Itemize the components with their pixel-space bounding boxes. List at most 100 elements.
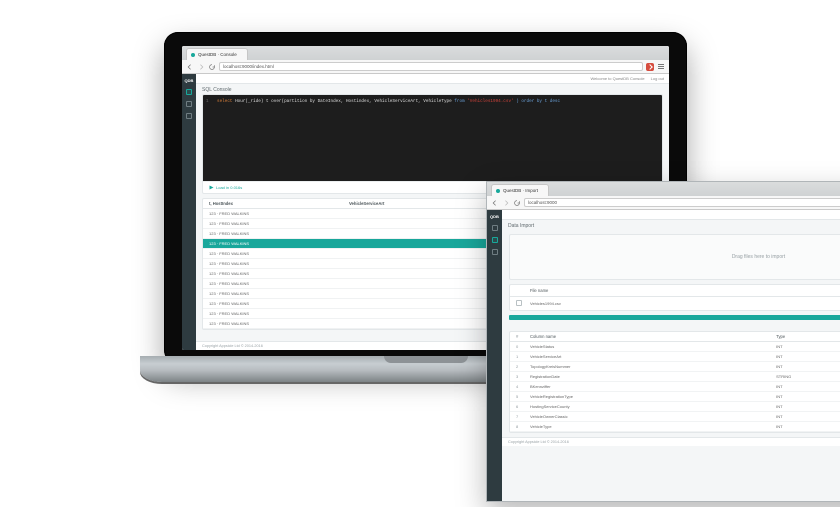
sql-keyword-order: ) order by t desc [516, 99, 560, 104]
schema-cell: BKennziffer [524, 382, 770, 391]
hamburger-icon[interactable] [657, 64, 665, 69]
laptop-notch [384, 356, 468, 363]
browser-tab[interactable]: QuestDB · Import [491, 184, 549, 196]
topbar: Welcome to QuestDB Console Log out [196, 74, 669, 84]
progress-file-label: Vehicles1994.csv [510, 322, 840, 327]
schema-cell: INT [770, 362, 840, 371]
schema-row[interactable]: 6HostingServiceCountyINT0 [510, 402, 840, 412]
dropzone[interactable]: Drag files here to import [509, 234, 840, 280]
logout-link[interactable]: Log out [651, 76, 664, 81]
sql-body: Hour(_ride) t over(partition by DateInde… [235, 99, 452, 104]
table-cell: 123 · FRED WALKINS [203, 269, 343, 278]
checkbox[interactable] [516, 300, 522, 306]
schema-row[interactable]: 8VehicleTypeINT0 [510, 422, 840, 432]
app-logo[interactable]: QDB [490, 213, 500, 219]
schema-cell: VehicleStatus [524, 342, 770, 351]
table-cell: 123 · FRED WALKINS [203, 209, 343, 218]
table-cell: 123 · FRED WALKINS [203, 289, 343, 298]
schema-col-index[interactable]: # [510, 332, 524, 341]
welcome-text: Welcome to QuestDB Console [590, 76, 644, 81]
schema-body: 0VehicleStatusINT01VehicleServiceArtINT0… [510, 342, 840, 432]
table-cell: 123 · FRED WALKINS [203, 279, 343, 288]
schema-cell: INT [770, 422, 840, 431]
main-area: Welcome to QuestDB Console Log out Data … [502, 210, 840, 501]
footer: Copyright Appsicle Ltd © 2014-2016 [502, 437, 840, 446]
address-bar[interactable]: localhost:9000 [524, 198, 840, 207]
file-row[interactable]: Vehicles1994.csv 248M Import [510, 297, 840, 310]
sidebar-item-console[interactable] [186, 89, 192, 95]
file-list: File name Size Status Vehicles1994.csv 2… [509, 284, 840, 311]
sidebar-item-other[interactable] [186, 113, 192, 119]
schema-cell: 0 [510, 342, 524, 351]
favicon-icon [496, 189, 500, 193]
sql-keyword-select: select [217, 99, 232, 104]
browser-chrome: QuestDB · Console localhost:9000/index.h… [182, 46, 669, 74]
schema-cell: VehicleOwnerClassic [524, 412, 770, 421]
table-cell: 123 · FRED WALKINS [203, 319, 343, 328]
topbar: Welcome to QuestDB Console Log out [502, 210, 840, 220]
schema-cell: INT [770, 402, 840, 411]
back-icon[interactable] [491, 199, 499, 207]
app-logo[interactable]: QDB [184, 77, 194, 83]
schema-header: # Column name Type Errors [510, 332, 840, 342]
table-cell: 123 · FRED WALKINS [203, 259, 343, 268]
page-title: SQL Console [196, 84, 669, 94]
schema-cell: 7 [510, 412, 524, 421]
address-bar[interactable]: localhost:9000/index.html [219, 62, 643, 71]
schema-row[interactable]: 4BKennzifferINT0 [510, 382, 840, 392]
schema-cell: INT [770, 342, 840, 351]
sql-keyword-from: from [454, 99, 464, 104]
page-title: Data Import [502, 220, 840, 230]
table-cell: 123 · FRED WALKINS [203, 229, 343, 238]
favicon-icon [191, 53, 195, 57]
schema-table: # Column name Type Errors 0VehicleStatus… [509, 331, 840, 433]
browser-tabstrip: QuestDB · Import [487, 182, 840, 196]
schema-row[interactable]: 2TopologyKreisNummerINT0 [510, 362, 840, 372]
schema-col-name[interactable]: Column name [524, 332, 770, 341]
address-text: localhost:9000/index.html [223, 64, 274, 69]
back-icon[interactable] [186, 63, 194, 71]
table-cell: 123 · FRED WALKINS [203, 299, 343, 308]
grid-col-1[interactable]: t, HostIndex [203, 199, 343, 208]
forward-icon[interactable] [502, 199, 510, 207]
schema-row[interactable]: 3RegistrationDateSTRING0 [510, 372, 840, 382]
file-list-header: File name Size Status [510, 285, 840, 297]
schema-row[interactable]: 1VehicleServiceArtINT0 [510, 352, 840, 362]
schema-row[interactable]: 0VehicleStatusINT0 [510, 342, 840, 352]
table-cell: 123 · FRED WALKINS [203, 249, 343, 258]
reload-icon[interactable] [513, 199, 521, 207]
sidebar-item-import[interactable] [492, 237, 498, 243]
tab-title: QuestDB · Import [503, 188, 538, 193]
schema-cell: 5 [510, 392, 524, 401]
table-cell: 123 · FRED WALKINS [203, 309, 343, 318]
sidebar-item-other[interactable] [492, 249, 498, 255]
sidebar-item-import[interactable] [186, 101, 192, 107]
schema-cell: 8 [510, 422, 524, 431]
browser-tab[interactable]: QuestDB · Console [186, 48, 248, 60]
sidebar: QDB [182, 74, 196, 350]
schema-cell: 1 [510, 352, 524, 361]
schema-col-type[interactable]: Type [770, 332, 840, 341]
schema-cell: VehicleType [524, 422, 770, 431]
browser-tabstrip: QuestDB · Console [182, 46, 669, 60]
file-col-name[interactable]: File name [524, 285, 840, 296]
schema-cell: 6 [510, 402, 524, 411]
sql-editor[interactable]: 1 select Hour(_ride) t over(partition by … [203, 95, 662, 181]
schema-row[interactable]: 5VehicleRegistrationTypeINT0 [510, 392, 840, 402]
sql-string: 'Vehicles1994.csv' [467, 99, 513, 104]
schema-cell: STRING [770, 372, 840, 381]
schema-cell: INT [770, 412, 840, 421]
schema-row[interactable]: 7VehicleOwnerClassicINT0 [510, 412, 840, 422]
forward-icon[interactable] [197, 63, 205, 71]
browser-toolbar: localhost:9000/index.html [182, 60, 669, 73]
browser-toolbar: localhost:9000 [487, 196, 840, 209]
schema-cell: INT [770, 352, 840, 361]
line-number: 1 [206, 98, 209, 106]
app-shell: QDB Welcome to QuestDB Console Log out D… [487, 210, 840, 501]
sidebar-item-console[interactable] [492, 225, 498, 231]
run-button[interactable]: Load in 0.016s [209, 185, 242, 190]
reload-icon[interactable] [208, 63, 216, 71]
schema-cell: 2 [510, 362, 524, 371]
schema-cell: INT [770, 382, 840, 391]
opera-button[interactable] [646, 63, 654, 71]
